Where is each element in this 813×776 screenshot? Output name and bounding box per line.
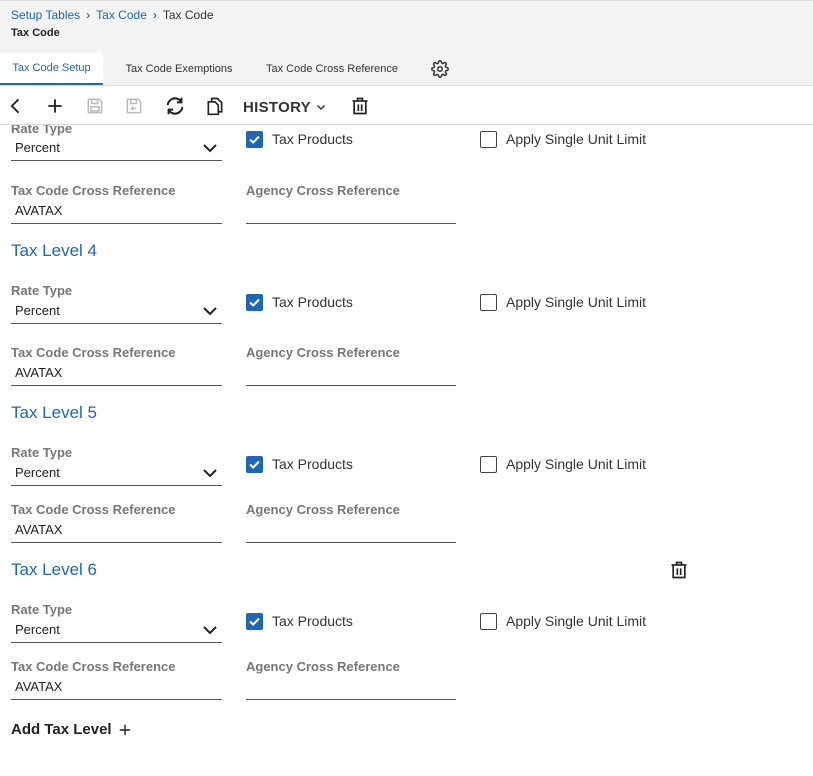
save-icon[interactable] xyxy=(83,94,107,118)
chevron-down-icon xyxy=(316,104,325,111)
tab-tax-code-cross-reference[interactable]: Tax Code Cross Reference xyxy=(256,53,408,85)
tax-code-cross-reference-underline xyxy=(11,699,222,700)
agency-cross-reference-label: Agency Cross Reference xyxy=(246,183,400,198)
tab-tax-code-setup[interactable]: Tax Code Setup xyxy=(0,53,103,85)
agency-cross-reference-input[interactable] xyxy=(246,361,456,385)
rate-type-underline xyxy=(11,323,222,324)
gear-icon[interactable] xyxy=(431,60,449,78)
agency-cross-reference-label: Agency Cross Reference xyxy=(246,345,400,360)
tax-products-checkbox[interactable] xyxy=(246,456,263,473)
agency-cross-reference-underline xyxy=(246,223,456,224)
tax-code-cross-reference-input[interactable] xyxy=(11,361,222,385)
rate-type-select[interactable] xyxy=(11,618,222,642)
apply-single-unit-limit-label: Apply Single Unit Limit xyxy=(506,294,647,310)
chevron-down-icon[interactable] xyxy=(202,468,218,478)
history-label: HISTORY xyxy=(243,98,311,116)
tax-code-cross-reference-label: Tax Code Cross Reference xyxy=(11,659,176,674)
tax-products-label: Tax Products xyxy=(272,294,353,310)
agency-cross-reference-label: Agency Cross Reference xyxy=(246,659,400,674)
tax-products-checkbox[interactable] xyxy=(246,613,263,630)
delete-icon[interactable] xyxy=(348,94,372,118)
agency-cross-reference-underline xyxy=(246,385,456,386)
agency-cross-reference-input[interactable] xyxy=(246,675,456,699)
add-tax-level-button[interactable]: Add Tax Level xyxy=(11,721,132,738)
rate-type-select[interactable] xyxy=(11,135,222,161)
tab-tax-code-exemptions[interactable]: Tax Code Exemptions xyxy=(112,53,246,85)
toolbar: HISTORY xyxy=(0,85,813,125)
agency-cross-reference-underline xyxy=(246,542,456,543)
rate-type-label: Rate Type xyxy=(11,445,73,460)
tax-code-cross-reference-label: Tax Code Cross Reference xyxy=(11,183,176,198)
apply-single-unit-limit-checkbox[interactable] xyxy=(480,456,497,473)
apply-single-unit-limit-checkbox[interactable] xyxy=(480,131,497,148)
apply-single-unit-limit-checkbox[interactable] xyxy=(480,613,497,630)
tab-bar: Tax Code Setup Tax Code Exemptions Tax C… xyxy=(0,53,813,85)
agency-cross-reference-underline xyxy=(246,699,456,700)
rate-type-select[interactable] xyxy=(11,461,222,485)
copy-icon[interactable] xyxy=(203,94,227,118)
chevron-down-icon[interactable] xyxy=(202,306,218,316)
rate-type-select[interactable] xyxy=(11,299,222,323)
tax-code-cross-reference-input[interactable] xyxy=(11,199,222,223)
tax-code-cross-reference-underline xyxy=(11,542,222,543)
tax-products-checkbox[interactable] xyxy=(246,294,263,311)
back-icon[interactable] xyxy=(4,94,28,118)
add-tax-level-label: Add Tax Level xyxy=(11,721,112,738)
breadcrumb-separator-icon: › xyxy=(152,8,157,22)
tax-products-label: Tax Products xyxy=(272,456,353,472)
tax-products-label: Tax Products xyxy=(272,613,353,629)
breadcrumb: Setup Tables › Tax Code › Tax Code xyxy=(11,8,214,22)
agency-cross-reference-label: Agency Cross Reference xyxy=(246,502,400,517)
chevron-down-icon[interactable] xyxy=(202,625,218,635)
tax-code-cross-reference-underline xyxy=(11,385,222,386)
tax-code-cross-reference-label: Tax Code Cross Reference xyxy=(11,345,176,360)
apply-single-unit-limit-label: Apply Single Unit Limit xyxy=(506,131,647,147)
apply-single-unit-limit-checkbox[interactable] xyxy=(480,294,497,311)
history-button[interactable]: HISTORY xyxy=(243,96,327,118)
rate-type-underline xyxy=(11,160,222,161)
breadcrumb-separator-icon: › xyxy=(86,8,91,22)
tax-code-cross-reference-input[interactable] xyxy=(11,518,222,542)
apply-single-unit-limit-label: Apply Single Unit Limit xyxy=(506,456,647,472)
add-icon[interactable] xyxy=(43,94,67,118)
delete-tax-level-icon[interactable] xyxy=(669,559,689,581)
tax-products-label: Tax Products xyxy=(272,131,353,147)
agency-cross-reference-input[interactable] xyxy=(246,199,456,223)
rate-type-underline xyxy=(11,642,222,643)
tax-level-5-title: Tax Level 5 xyxy=(11,403,97,422)
tax-levels-form: Rate Type Percent Tax Products Apply Sin… xyxy=(0,125,813,776)
tax-products-checkbox[interactable] xyxy=(246,131,263,148)
tax-code-cross-reference-label: Tax Code Cross Reference xyxy=(11,502,176,517)
rate-type-label: Rate Type xyxy=(11,602,73,617)
plus-icon xyxy=(119,724,130,735)
chevron-down-icon[interactable] xyxy=(202,143,218,153)
tax-code-cross-reference-underline xyxy=(11,223,222,224)
tax-code-cross-reference-input[interactable] xyxy=(11,675,222,699)
rate-type-label: Rate Type xyxy=(11,283,73,298)
rate-type-underline xyxy=(11,485,222,486)
breadcrumb-setup-tables[interactable]: Setup Tables xyxy=(11,8,80,22)
save-and-exit-icon[interactable] xyxy=(122,94,146,118)
page-title: Tax Code xyxy=(11,27,60,39)
tax-level-4-title: Tax Level 4 xyxy=(11,241,97,260)
apply-single-unit-limit-label: Apply Single Unit Limit xyxy=(506,613,647,629)
tax-level-6-title: Tax Level 6 xyxy=(11,560,97,579)
breadcrumb-tax-code[interactable]: Tax Code xyxy=(96,8,147,22)
breadcrumb-current: Tax Code xyxy=(162,8,214,22)
refresh-icon[interactable] xyxy=(163,94,187,118)
agency-cross-reference-input[interactable] xyxy=(246,518,456,542)
